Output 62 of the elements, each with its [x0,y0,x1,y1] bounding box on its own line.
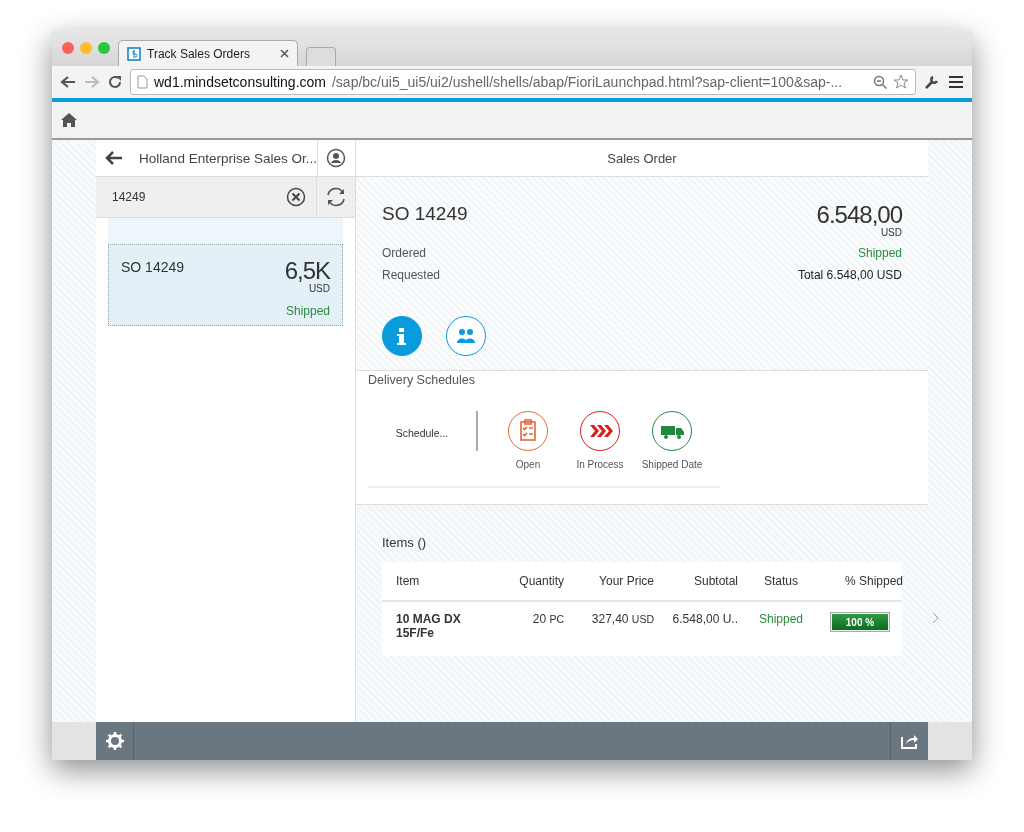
attribute-label: Ordered [382,246,427,260]
items-title: Items () [382,535,428,550]
column-header: Item [396,574,421,588]
icon-tab[interactable] [382,316,422,356]
clipboard-icon [520,419,536,441]
truck-icon [661,426,684,439]
address-bar[interactable]: wd1.mindsetconsulting.com /sap/bc/ui5_ui5/ui2/ushell/shells/abap/FioriLaunchpad.html?sap-client=100&sap-... [130,69,916,95]
settings-icon [105,732,124,750]
column-header: Your Price [598,574,654,588]
step-label: In Process [576,459,624,470]
close-icon[interactable] [280,49,289,58]
search-field[interactable]: 14249 [96,177,316,218]
chevron-right-icon[interactable] [932,612,940,624]
back-arrow-icon[interactable] [104,151,123,165]
info-icon [397,328,406,345]
status-circle[interactable] [652,411,692,451]
table-row[interactable]: 10 MAG DX 15F/Fe 20 PC 327,40 USD 6.548,00 U.. Shipped 100 % [382,602,902,656]
column-header: Subtotal [692,574,738,588]
refresh-icon[interactable] [325,186,347,208]
step-label: Open [515,459,541,470]
currency-label: USD [880,227,902,238]
progress-label: 100 % [844,615,876,630]
status-circle[interactable] [580,411,620,451]
order-amount: 6.548,00 [816,203,902,227]
sales-order-list-item[interactable]: SO 14249 6,5K USD Shipped [108,244,343,326]
attribute-value: Shipped [857,246,902,260]
search-input[interactable]: 14249 [110,189,286,205]
page-title: Sales Order [607,150,677,166]
table-cell-text: Shipped [757,612,804,626]
browser-tab[interactable]: Track Sales Orders [118,40,298,66]
dollar-page-icon [127,46,141,61]
reload-icon[interactable] [108,75,122,89]
url-host: wd1.mindsetconsulting.com [154,74,326,90]
back-arrow-icon[interactable] [60,75,76,89]
table-cell-text: 20 PC [531,612,564,626]
people-icon [457,329,475,343]
table-cell-text: 10 MAG DX 15F/Fe [396,612,462,640]
attribute-value: Total 6.548,00 USD [797,268,902,282]
attribute-label: Requested [382,268,441,282]
section-title: Delivery Schedules [368,373,476,387]
wrench-icon[interactable] [924,74,940,90]
table-cell-text: 6.548,00 U.. [671,612,738,626]
url-path: /sap/bc/ui5_ui5/ui2/ushell/shells/abap/FioriLaunchpad.html?sap-client=100&sap-... [332,74,843,90]
share-icon [900,733,919,749]
home-icon[interactable] [60,112,78,128]
chevrons-icon [590,425,613,437]
star-icon[interactable] [893,74,909,90]
object-title: SO 14249 [382,203,468,226]
zoom-icon[interactable] [873,75,887,89]
page-icon [137,75,148,89]
step-label: Shipped Date [641,459,703,470]
status-circle[interactable] [508,411,548,451]
icon-tab[interactable] [446,316,486,356]
column-header: Status [763,574,799,588]
master-title: Holland Enterprise Sales Or... [138,150,317,166]
table-cell-text: 327,40 USD [590,612,654,626]
schedule-label: Schedule... [394,427,450,439]
column-header: Quantity [518,574,564,588]
user-icon[interactable] [326,148,347,168]
clear-icon[interactable] [286,187,306,207]
menu-icon[interactable] [948,75,964,89]
column-header: % Shipped [843,574,904,588]
